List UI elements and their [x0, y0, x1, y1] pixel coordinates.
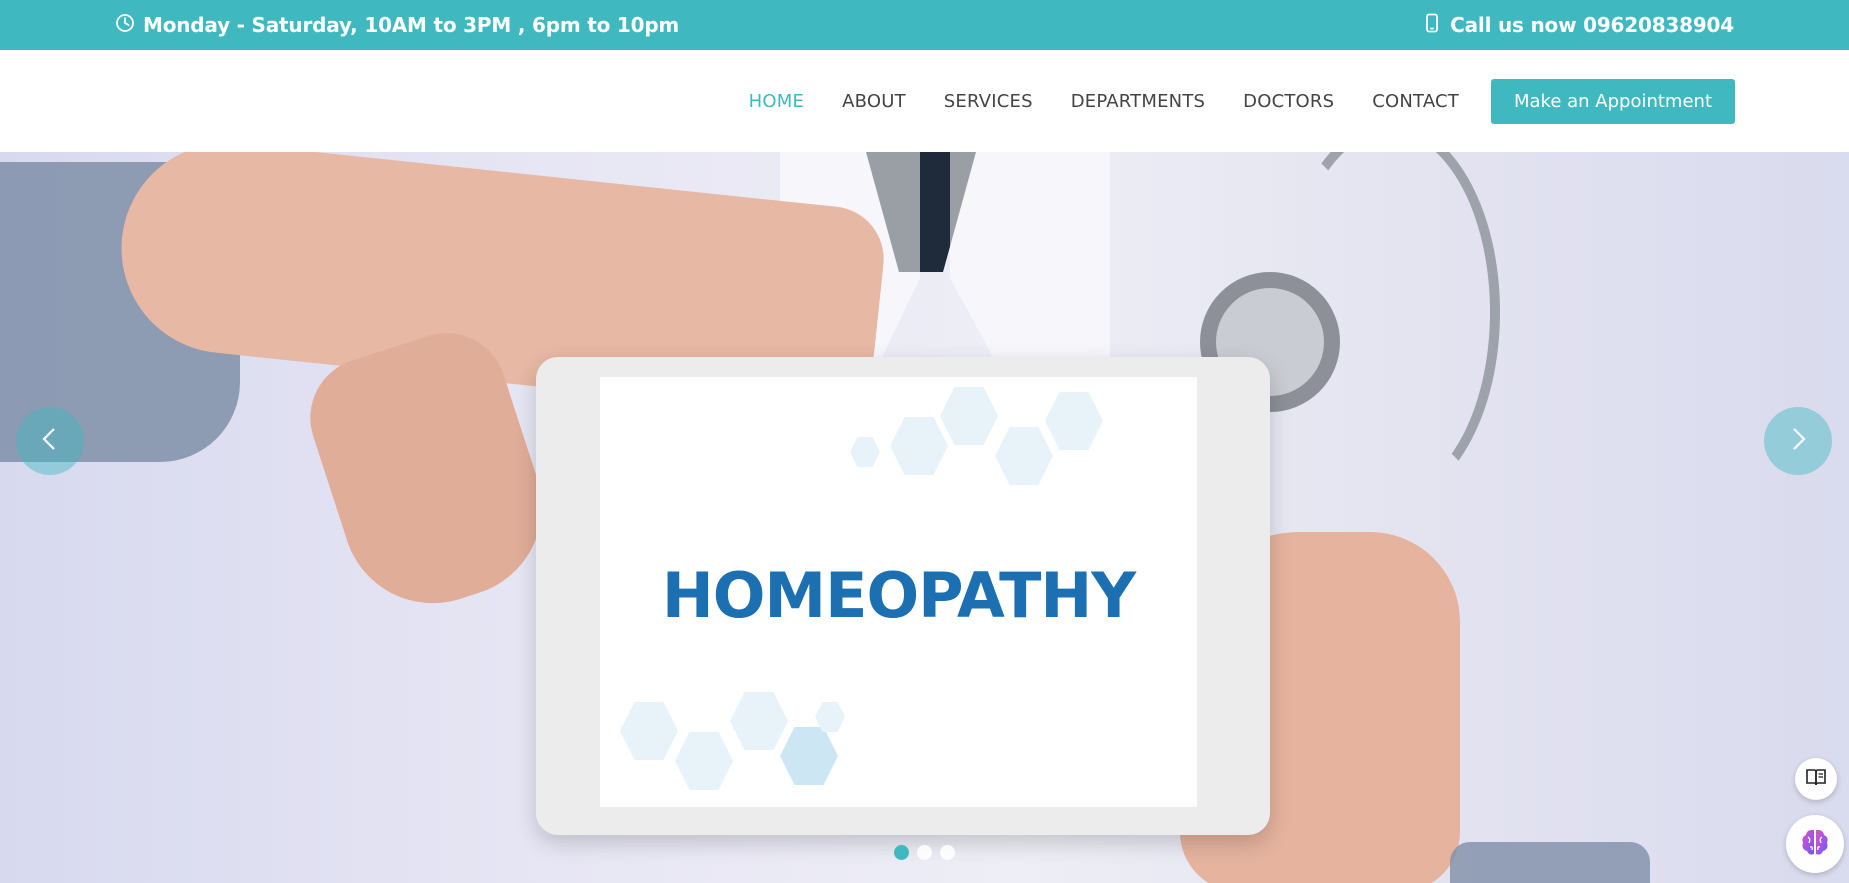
hero-slider: HOMEOPATHY	[0, 152, 1849, 883]
nav-item-doctors[interactable]: DOCTORS	[1243, 91, 1334, 112]
nav-item-departments[interactable]: DEPARTMENTS	[1071, 91, 1205, 112]
carousel-indicators	[894, 845, 955, 860]
syringe-icon	[620, 702, 678, 760]
nav-item-about[interactable]: ABOUT	[842, 91, 906, 112]
tablet-device: HOMEOPATHY	[536, 357, 1270, 835]
assistant-button[interactable]	[1786, 815, 1844, 873]
carousel-dot-2[interactable]	[917, 845, 932, 860]
clock-icon	[115, 13, 135, 38]
phone-contact[interactable]: Call us now 09620838904	[1422, 13, 1734, 38]
main-navigation: HOME ABOUT SERVICES DEPARTMENTS DOCTORS …	[0, 50, 1849, 152]
make-appointment-button[interactable]: Make an Appointment	[1491, 78, 1735, 124]
microscope-icon	[730, 692, 788, 750]
carousel-dot-3[interactable]	[940, 845, 955, 860]
tooth-icon	[850, 437, 880, 467]
phone-text[interactable]: Call us now 09620838904	[1450, 13, 1734, 37]
chevron-right-icon	[1785, 426, 1811, 457]
nav-menu: HOME ABOUT SERVICES DEPARTMENTS DOCTORS …	[749, 91, 1459, 112]
heartbeat-icon	[890, 417, 948, 475]
reader-book-icon	[1804, 765, 1828, 794]
chevron-left-icon	[37, 426, 63, 457]
hero-headline: HOMEOPATHY	[661, 559, 1136, 632]
capsule-icon	[675, 732, 733, 790]
mobile-phone-icon	[1422, 13, 1442, 38]
opening-hours: Monday - Saturday, 10AM to 3PM , 6pm to …	[115, 13, 679, 38]
nav-item-contact[interactable]: CONTACT	[1372, 91, 1459, 112]
nav-item-services[interactable]: SERVICES	[944, 91, 1033, 112]
medical-cross-icon	[780, 727, 838, 785]
tablet-screen: HOMEOPATHY	[600, 377, 1197, 807]
opening-hours-text: Monday - Saturday, 10AM to 3PM , 6pm to …	[143, 13, 680, 37]
beaker-icon	[995, 427, 1053, 485]
shirt-sleeve-right	[1450, 842, 1650, 883]
top-info-bar: Monday - Saturday, 10AM to 3PM , 6pm to …	[0, 0, 1849, 50]
flask-icon	[1045, 392, 1103, 450]
carousel-dot-1[interactable]	[894, 845, 909, 860]
reader-mode-button[interactable]	[1795, 758, 1837, 800]
carousel-next-button[interactable]	[1764, 407, 1832, 475]
nav-item-home[interactable]: HOME	[749, 91, 804, 112]
clipboard-icon	[940, 387, 998, 445]
carousel-prev-button[interactable]	[16, 407, 84, 475]
brain-icon	[1798, 825, 1832, 864]
